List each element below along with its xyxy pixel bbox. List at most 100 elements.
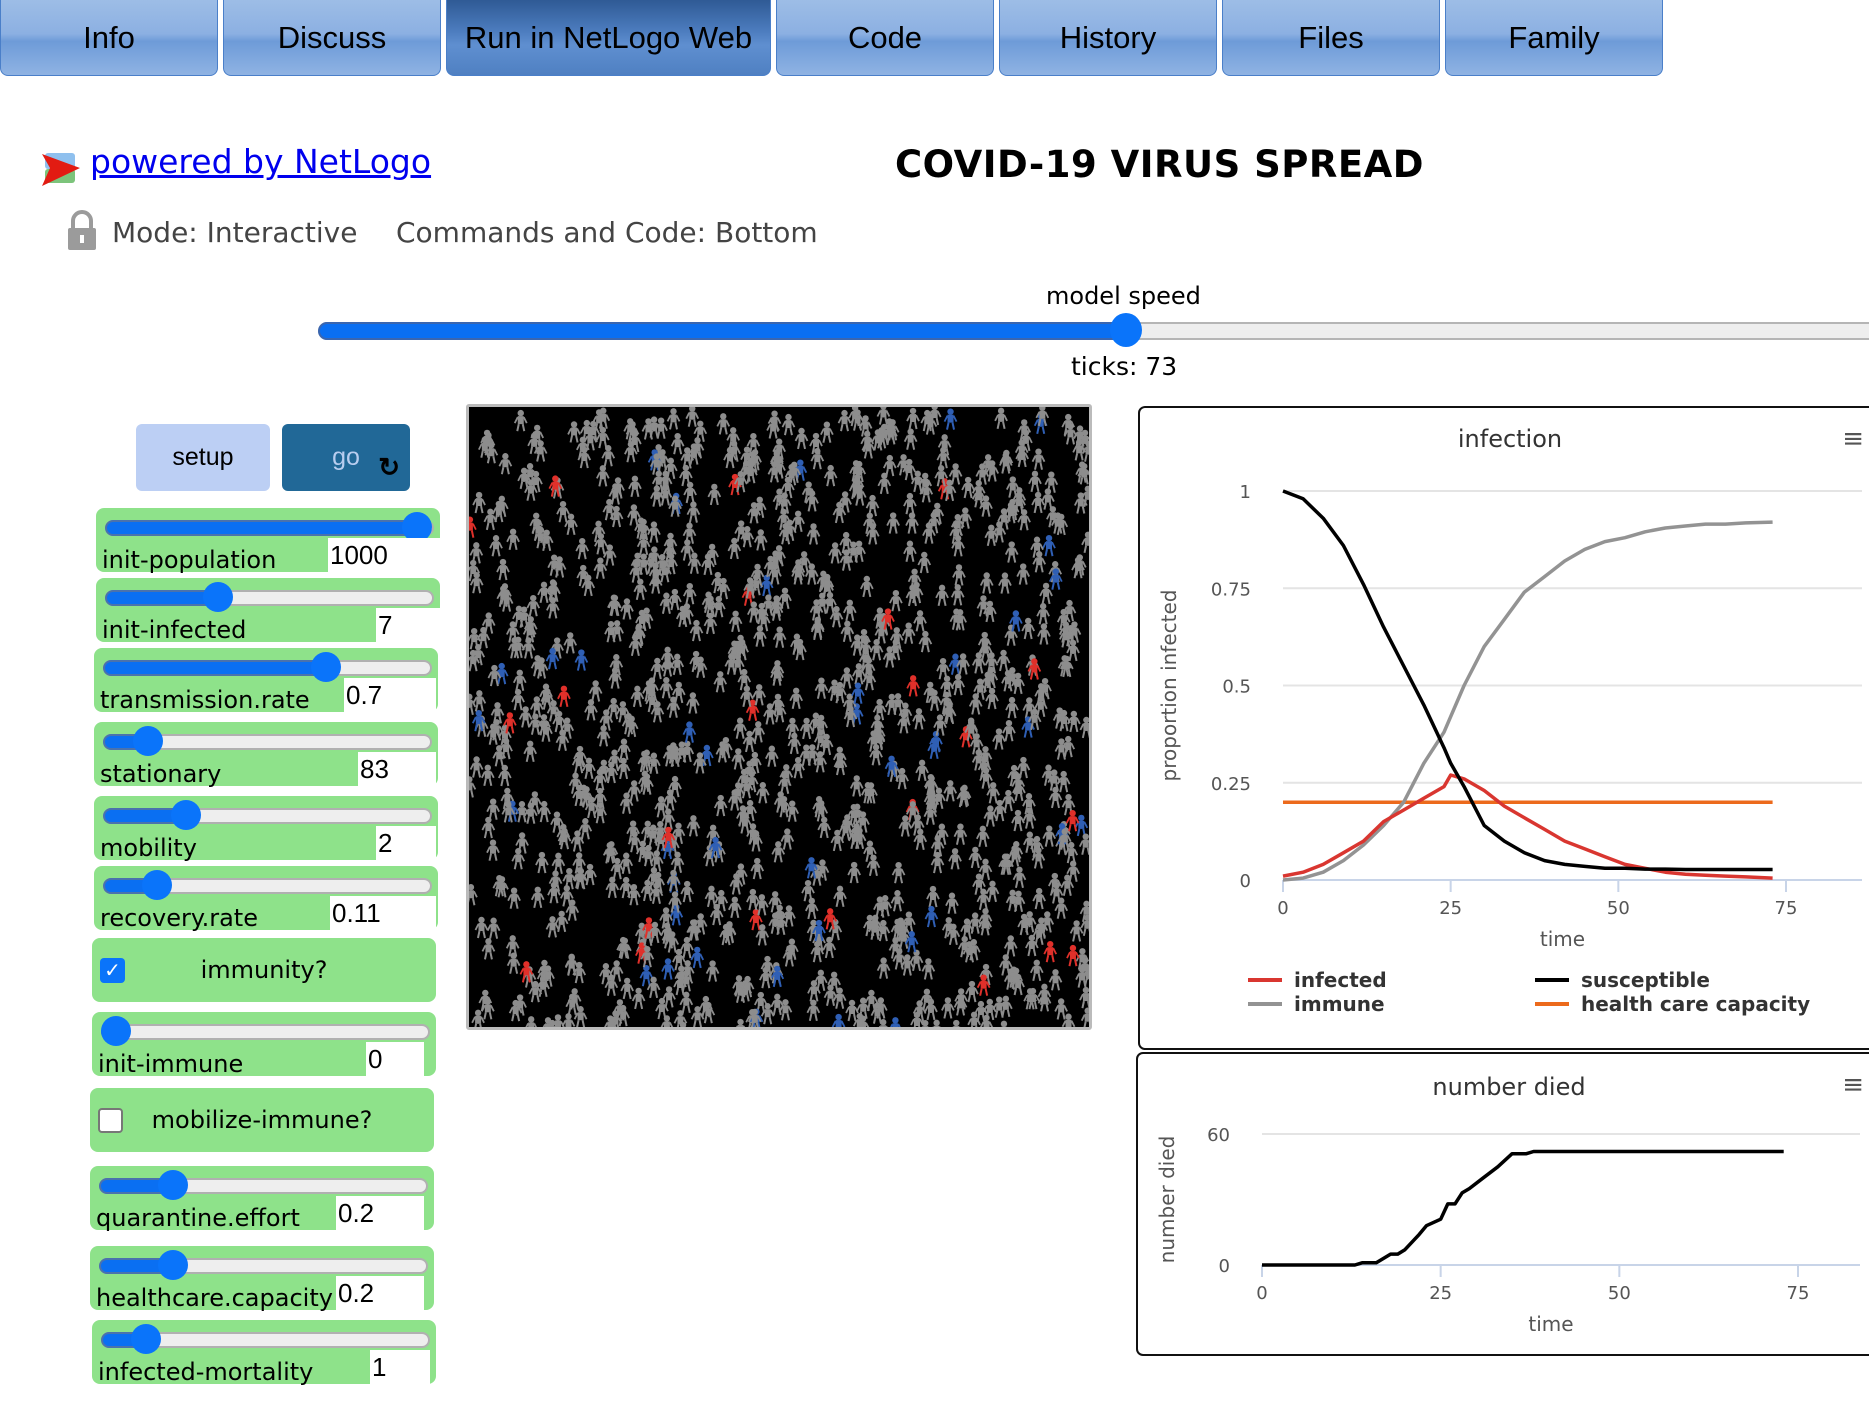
- susceptible-agent: [952, 564, 966, 586]
- setup-button[interactable]: setup: [136, 424, 270, 491]
- slider-value-input[interactable]: 2: [376, 826, 436, 860]
- slider-handle[interactable]: [101, 1016, 131, 1046]
- slider-quarantine-effort[interactable]: quarantine.effort 0.2: [90, 1166, 434, 1232]
- susceptible-agent: [486, 839, 500, 861]
- powered-by-netlogo-link[interactable]: powered by NetLogo: [90, 142, 431, 181]
- slider-value-input[interactable]: 0.2: [336, 1196, 424, 1230]
- mode-label[interactable]: Mode: Interactive: [112, 216, 357, 249]
- susceptible-agent: [1042, 825, 1056, 847]
- immune-agent: [661, 958, 675, 980]
- tab-info[interactable]: Info: [0, 0, 218, 76]
- slider-value-input[interactable]: 0: [366, 1042, 424, 1076]
- susceptible-agent: [926, 885, 940, 908]
- slider-recovery-rate[interactable]: recovery.rate 0.11: [94, 866, 438, 932]
- series-line-immune: [1282, 520, 1773, 882]
- susceptible-agent: [945, 892, 959, 914]
- tab-files[interactable]: Files: [1222, 0, 1440, 76]
- susceptible-agent: [999, 449, 1014, 472]
- slider-label: healthcare.capacity: [96, 1284, 333, 1312]
- slider-handle[interactable]: [171, 800, 202, 830]
- susceptible-agent: [481, 816, 496, 839]
- susceptible-agent: [511, 848, 526, 870]
- slider-track[interactable]: [101, 1024, 430, 1040]
- slider-value-input[interactable]: 0.7: [344, 678, 436, 712]
- immune-agent: [682, 721, 697, 743]
- legend-item-health-care-capacity[interactable]: health care capacity: [1535, 992, 1810, 1016]
- legend-item-susceptible[interactable]: susceptible: [1535, 968, 1710, 992]
- slider-infected-mortality[interactable]: infected-mortality 1: [92, 1320, 436, 1386]
- susceptible-agent: [666, 408, 681, 430]
- switch-mobilize-immune[interactable]: mobilize-immune?: [90, 1088, 434, 1152]
- slider-handle[interactable]: [203, 582, 233, 612]
- susceptible-agent: [1031, 491, 1045, 514]
- immune-agent: [904, 930, 919, 953]
- tab-history[interactable]: History: [999, 0, 1217, 76]
- slider-init-immune[interactable]: init-immune 0: [92, 1012, 436, 1078]
- x-tick-label: 75: [1775, 898, 1798, 919]
- slider-handle[interactable]: [158, 1250, 189, 1280]
- slider-handle[interactable]: [132, 726, 163, 756]
- slider-value-input[interactable]: 0.2: [336, 1276, 424, 1310]
- susceptible-agent: [765, 745, 779, 767]
- slider-mobility[interactable]: mobility 2: [94, 796, 438, 862]
- slider-init-population[interactable]: init-population 1000: [96, 508, 440, 574]
- legend-item-immune[interactable]: immune: [1248, 992, 1385, 1016]
- susceptible-agent: [1081, 531, 1089, 554]
- lock-icon[interactable]: [66, 210, 98, 252]
- susceptible-agent: [596, 465, 610, 487]
- susceptible-agent: [578, 818, 593, 840]
- susceptible-agent: [584, 699, 598, 721]
- slider-init-infected[interactable]: init-infected 7: [96, 578, 440, 644]
- switch-immunity[interactable]: ✓ immunity?: [92, 938, 436, 1002]
- x-tick-label: 0: [1277, 898, 1288, 919]
- susceptible-agent: [1025, 934, 1039, 957]
- slider-value-input[interactable]: 7: [376, 608, 440, 642]
- model-speed-handle[interactable]: [1110, 313, 1142, 347]
- susceptible-agent: [1004, 624, 1018, 646]
- immune-agent: [890, 1017, 901, 1027]
- susceptible-agent: [564, 513, 578, 535]
- slider-value-input[interactable]: 0.11: [330, 896, 436, 930]
- susceptible-agent: [666, 869, 681, 892]
- slider-value-input[interactable]: 83: [358, 752, 436, 786]
- world-view[interactable]: [466, 404, 1092, 1030]
- tab-run-in-netlogo-web[interactable]: Run in NetLogo Web: [446, 0, 771, 76]
- slider-transmission-rate[interactable]: transmission.rate 0.7: [94, 648, 438, 714]
- immune-agent: [574, 649, 589, 671]
- slider-value-input[interactable]: 1000: [328, 538, 440, 572]
- susceptible-agent: [530, 886, 545, 909]
- susceptible-agent: [915, 759, 929, 782]
- slider-handle[interactable]: [310, 652, 341, 682]
- susceptible-agent: [806, 523, 821, 545]
- y-tick-label: 0.25: [1211, 774, 1251, 795]
- susceptible-agent: [1054, 897, 1069, 919]
- tab-code[interactable]: Code: [776, 0, 994, 76]
- susceptible-agent: [968, 693, 983, 715]
- tab-family[interactable]: Family: [1445, 0, 1663, 76]
- susceptible-agent: [953, 823, 968, 845]
- legend-item-infected[interactable]: infected: [1248, 968, 1387, 992]
- susceptible-agent: [497, 764, 512, 787]
- y-tick-label: 0.5: [1222, 677, 1251, 698]
- slider-handle[interactable]: [158, 1170, 189, 1200]
- susceptible-agent: [996, 649, 1011, 672]
- netlogo-logo-icon[interactable]: [42, 150, 80, 188]
- legend-swatch: [1535, 1002, 1569, 1006]
- susceptible-agent: [631, 987, 646, 1010]
- slider-handle[interactable]: [130, 1324, 161, 1354]
- tab-discuss[interactable]: Discuss: [223, 0, 441, 76]
- slider-healthcare-capacity[interactable]: healthcare.capacity 0.2: [90, 1246, 434, 1312]
- susceptible-agent: [602, 544, 617, 566]
- setup-button-label: setup: [172, 443, 234, 471]
- series-line-number-died: [1262, 1149, 1784, 1267]
- y-tick-label: 1: [1240, 482, 1251, 503]
- susceptible-agent: [685, 407, 700, 427]
- slider-stationary[interactable]: stationary 83: [94, 722, 438, 788]
- legend-label: susceptible: [1581, 968, 1710, 992]
- go-button[interactable]: go ↻: [282, 424, 410, 491]
- legend-swatch: [1535, 978, 1569, 982]
- slider-value-input[interactable]: 1: [370, 1350, 430, 1384]
- slider-handle[interactable]: [141, 870, 172, 900]
- commands-position-label[interactable]: Commands and Code: Bottom: [396, 216, 818, 249]
- susceptible-agent: [507, 887, 521, 909]
